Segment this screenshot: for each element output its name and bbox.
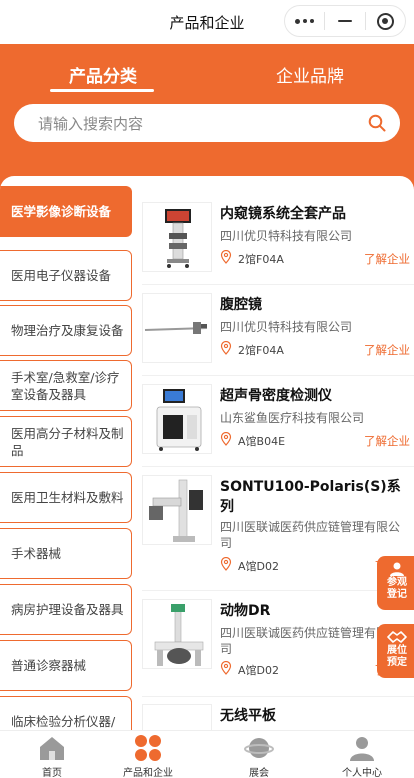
product-location: A馆D02 xyxy=(238,560,279,573)
sidebar-item-imaging[interactable]: 医学影像诊断设备 xyxy=(0,186,132,237)
title-bar: 产品和企业 xyxy=(0,0,414,44)
close-icon xyxy=(376,12,394,30)
minimize-icon xyxy=(337,20,352,22)
tab-brands[interactable]: 企业品牌 xyxy=(276,62,344,87)
booth-booking-label: 展位预定 xyxy=(387,645,407,668)
product-location: 2馆F04A xyxy=(238,253,284,266)
product-item[interactable]: 内窥镜系统全套产品 四川优贝特科技有限公司 2馆F04A 了解企业 xyxy=(142,202,414,286)
handshake-icon xyxy=(387,631,407,643)
product-company: 四川优贝特科技有限公司 xyxy=(220,229,353,243)
tab-expo[interactable]: 展会 xyxy=(219,734,299,778)
company-link[interactable]: 了解企业 xyxy=(364,342,410,358)
product-company: 四川医联诚医药供应链管理有限公司 xyxy=(220,520,401,550)
search-placeholder: 请输入搜索内容 xyxy=(38,114,144,133)
tab-products-label: 产品和企业 xyxy=(123,768,173,778)
product-item[interactable]: 动物DR 四川医联诚医药供应链管理有限公司 A馆D02 了 xyxy=(142,599,414,683)
company-link[interactable]: 了解企业 xyxy=(364,251,410,267)
product-location: A馆B04E xyxy=(238,435,286,448)
home-icon xyxy=(40,737,64,760)
product-company: 四川优贝特科技有限公司 xyxy=(220,320,353,334)
sidebar-item-physiotherapy[interactable]: 物理治疗及康复设备 xyxy=(0,305,132,356)
location-icon xyxy=(220,250,232,264)
tab-expo-label: 展会 xyxy=(249,768,269,778)
product-image xyxy=(142,293,212,363)
product-location: 2馆F04A xyxy=(238,344,284,357)
location-icon xyxy=(220,557,232,571)
product-name: 无线平板 xyxy=(220,708,276,724)
search-icon[interactable] xyxy=(368,114,386,132)
tab-home[interactable]: 首页 xyxy=(12,734,92,778)
sidebar-item-lab[interactable]: 临床检验分析仪器/ xyxy=(0,696,132,730)
product-item[interactable]: 无线平板 xyxy=(142,704,414,730)
product-name: 腹腔镜 xyxy=(220,297,262,313)
page-title: 产品和企业 xyxy=(169,13,245,32)
divider xyxy=(142,375,414,376)
product-location: A馆D02 xyxy=(238,664,279,677)
more-button[interactable] xyxy=(285,6,324,36)
visitor-icon xyxy=(390,562,404,576)
tab-profile-label: 个人中心 xyxy=(342,768,382,778)
sidebar-item-ward-care[interactable]: 病房护理设备及器具 xyxy=(0,584,132,635)
location-icon xyxy=(220,661,232,675)
divider xyxy=(142,284,414,285)
product-name: 内窥镜系统全套产品 xyxy=(220,206,346,222)
sidebar-item-operating-room[interactable]: 手术室/急救室/诊疗室设备及器具 xyxy=(0,360,132,411)
grid-icon xyxy=(135,735,161,761)
booth-booking-button[interactable]: 展位预定 xyxy=(377,624,414,678)
product-name: 超声骨密度检测仪 xyxy=(220,388,332,404)
location-icon xyxy=(220,341,232,355)
sidebar-item-dressings[interactable]: 医用卫生材料及敷料 xyxy=(0,472,132,523)
miniprogram-capsule xyxy=(284,5,406,37)
product-company: 山东鲨鱼医疗科技有限公司 xyxy=(220,411,365,425)
sidebar-item-diagnosis[interactable]: 普通诊察器械 xyxy=(0,640,132,691)
product-item[interactable]: SONTU100-Polaris(S)系列 四川医联诚医药供应链管理有限公司 A… xyxy=(142,475,414,585)
profile-icon xyxy=(350,737,374,761)
product-name: SONTU100-Polaris(S)系列 xyxy=(220,479,401,515)
product-image xyxy=(142,599,212,669)
divider xyxy=(142,590,414,591)
location-icon xyxy=(220,432,232,446)
header-banner: 产品分类 企业品牌 请输入搜索内容 xyxy=(0,44,414,190)
bottom-tab-bar: 首页 产品和企业 展会 个人中心 xyxy=(0,730,414,778)
category-tabs: 产品分类 企业品牌 xyxy=(0,44,414,100)
product-image xyxy=(142,202,212,272)
tab-home-label: 首页 xyxy=(42,768,62,778)
divider xyxy=(142,696,414,697)
tab-profile[interactable]: 个人中心 xyxy=(322,734,402,778)
planet-icon xyxy=(244,738,274,758)
close-button[interactable] xyxy=(366,6,405,36)
search-input[interactable]: 请输入搜索内容 xyxy=(14,104,400,142)
product-image xyxy=(142,704,212,730)
visit-register-button[interactable]: 参观登记 xyxy=(377,556,414,610)
company-link[interactable]: 了解企业 xyxy=(364,433,410,449)
product-item[interactable]: 腹腔镜 四川优贝特科技有限公司 2馆F04A 了解企业 xyxy=(142,293,414,377)
more-icon xyxy=(295,18,315,24)
visit-register-label: 参观登记 xyxy=(387,577,407,600)
product-image xyxy=(142,475,212,545)
minimize-button[interactable] xyxy=(325,6,364,36)
tab-products[interactable]: 产品分类 xyxy=(69,62,137,87)
product-item[interactable]: 超声骨密度检测仪 山东鲨鱼医疗科技有限公司 A馆B04E 了解企业 xyxy=(142,384,414,468)
tab-products-enterprises[interactable]: 产品和企业 xyxy=(108,734,188,778)
content-panel: 医学影像诊断设备 医用电子仪器设备 物理治疗及康复设备 手术室/急救室/诊疗室设… xyxy=(0,176,414,730)
product-image xyxy=(142,384,212,454)
sidebar-item-electronic[interactable]: 医用电子仪器设备 xyxy=(0,250,132,301)
sidebar-item-polymer[interactable]: 医用高分子材料及制品 xyxy=(0,416,132,467)
sidebar-item-surgical[interactable]: 手术器械 xyxy=(0,528,132,579)
divider xyxy=(142,466,414,467)
active-tab-indicator xyxy=(50,89,154,92)
